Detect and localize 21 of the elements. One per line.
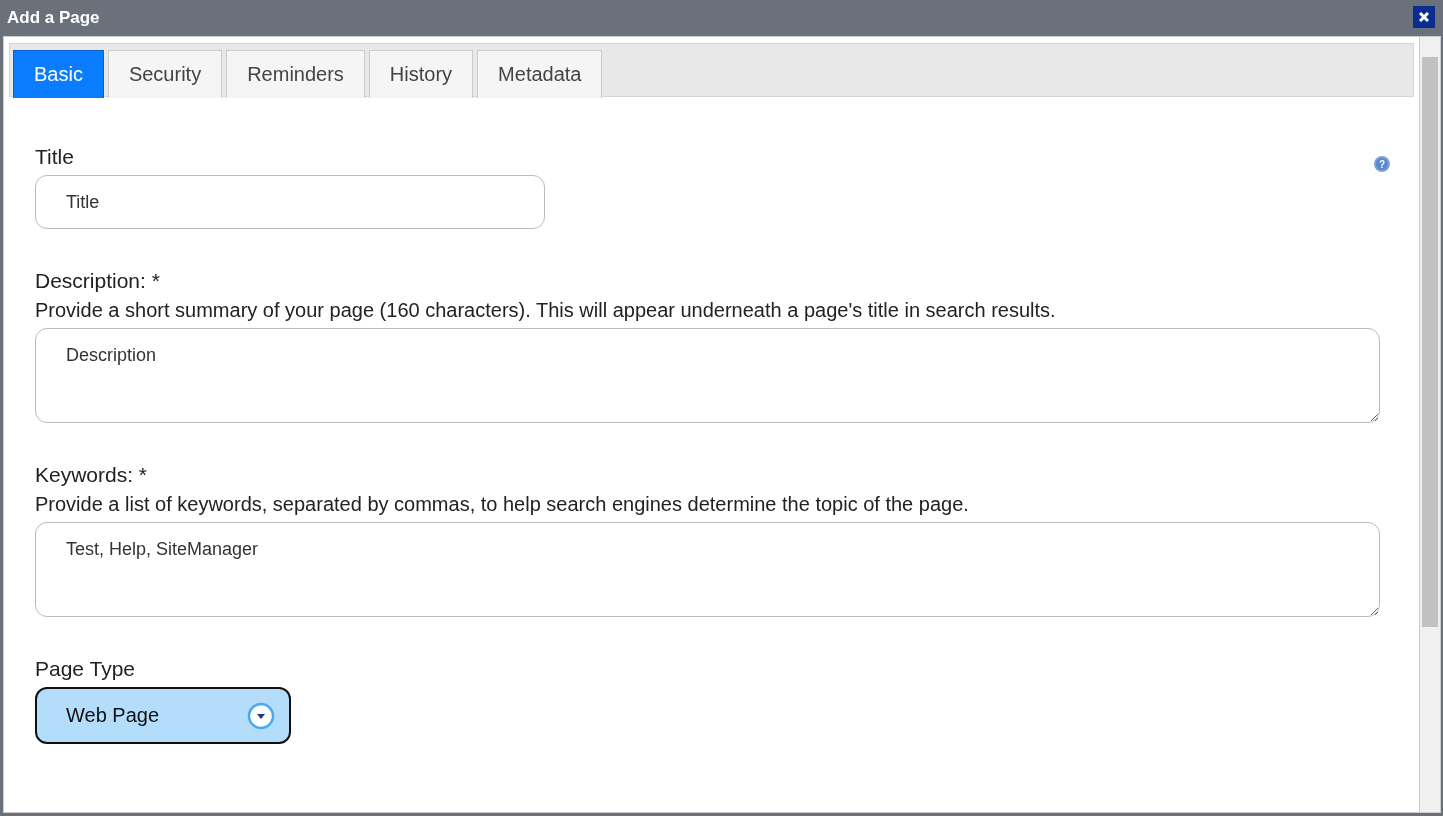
field-hint: Provide a short summary of your page (160 characters). This will appear underneath a page's title in search results.	[35, 299, 1057, 322]
window-title: Add a Page	[7, 8, 100, 28]
field-label: Description: *	[35, 269, 161, 293]
close-icon	[1419, 12, 1429, 22]
field-label: Keywords: *	[35, 463, 149, 487]
tab[interactable]: Basic	[13, 50, 104, 98]
tab[interactable]: History	[368, 50, 474, 98]
tab[interactable]: Reminders	[226, 50, 365, 98]
text-area[interactable]: Description	[35, 328, 1380, 423]
field-label: Title	[35, 145, 75, 169]
close-button[interactable]	[1413, 6, 1435, 28]
tab[interactable]: Metadata	[477, 50, 603, 98]
page-type-dropdown[interactable]: Web Page	[35, 687, 291, 744]
dropdown-caret-icon	[247, 701, 275, 730]
tab[interactable]: Security	[107, 50, 223, 98]
scrollbar[interactable]	[1419, 37, 1440, 812]
field-hint: Provide a list of keywords, separated by commas, to help search engines determine the topic of the page.	[35, 493, 970, 516]
field-label: Page Type	[35, 657, 137, 681]
title-input[interactable]: Title	[35, 175, 545, 229]
text-area[interactable]: Test, Help, SiteManager	[35, 522, 1380, 617]
help-icon[interactable]: ?	[1373, 155, 1391, 173]
